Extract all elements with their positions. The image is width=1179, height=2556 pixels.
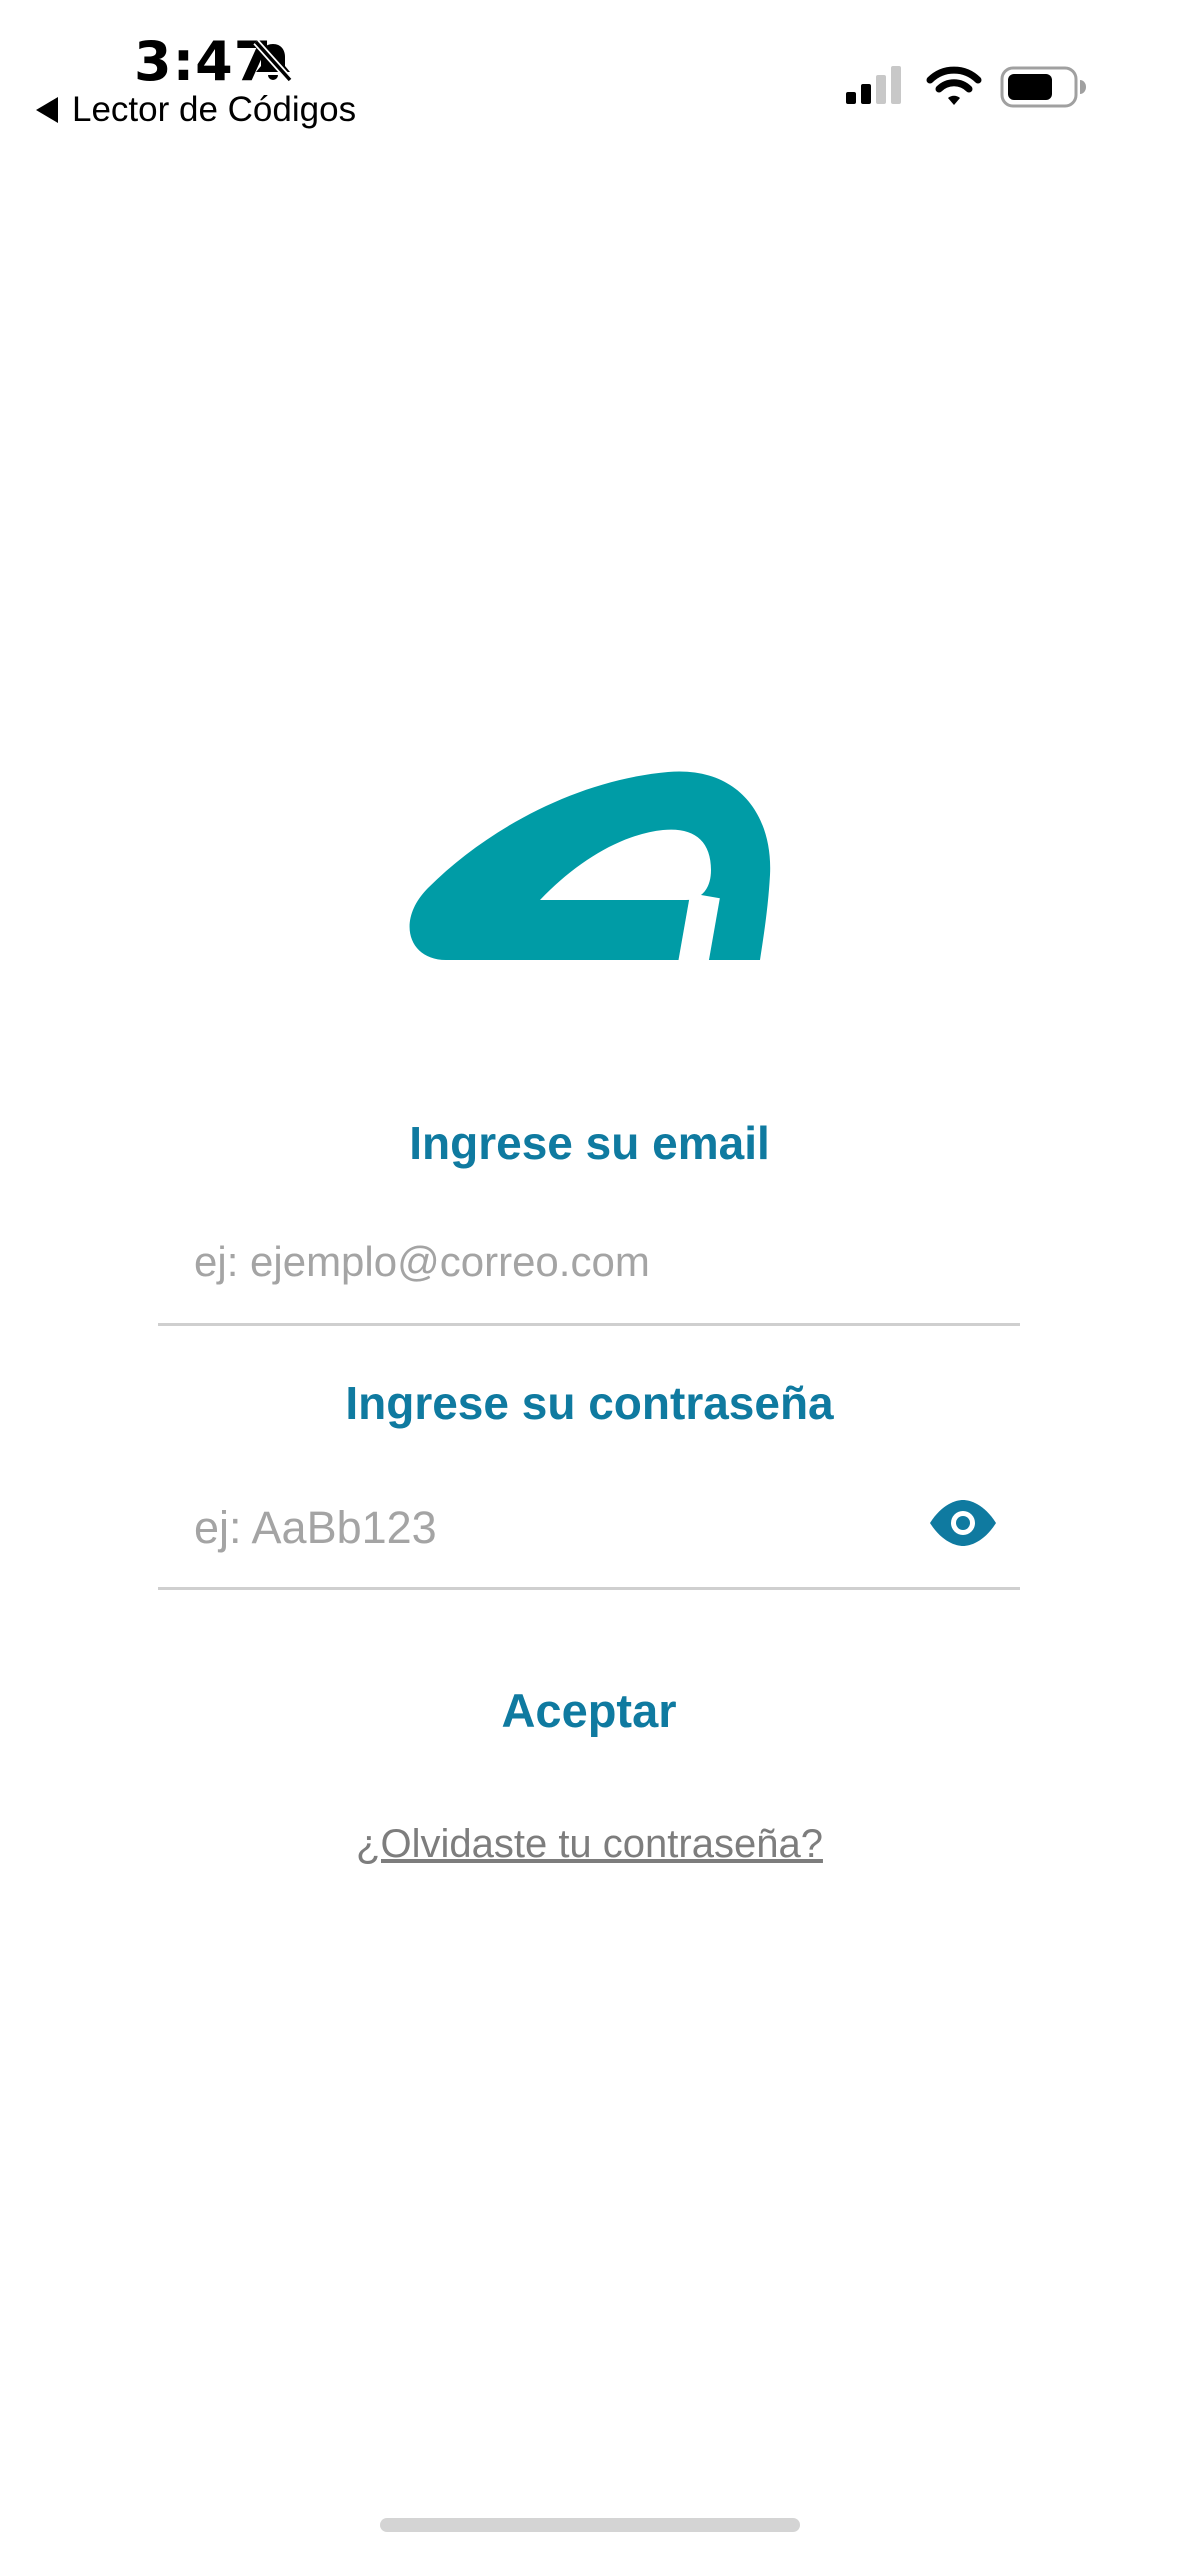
- home-indicator[interactable]: [380, 2518, 800, 2532]
- password-label: Ingrese su contraseña: [345, 1377, 834, 1429]
- bell-slash-icon: [253, 39, 293, 83]
- brand-logo: [409, 771, 771, 960]
- email-label: Ingrese su email: [409, 1117, 770, 1169]
- email-input[interactable]: [194, 1208, 934, 1315]
- email-field-container: [158, 1208, 1020, 1326]
- eye-icon[interactable]: [928, 1498, 998, 1548]
- battery-icon: [1000, 66, 1086, 108]
- forgot-password-link[interactable]: ¿Olvidaste tu contraseña?: [0, 1822, 1179, 1867]
- cellular-signal-icon: [846, 66, 901, 104]
- wifi-icon: [926, 66, 982, 105]
- password-input[interactable]: [194, 1472, 934, 1583]
- login-screen: 3:47 Lector de Códigos Ingrese su email: [0, 0, 1179, 2556]
- back-triangle-icon: [36, 97, 58, 123]
- accept-button[interactable]: Aceptar: [389, 1670, 789, 1750]
- password-field-container: [158, 1472, 1020, 1590]
- back-link-label: Lector de Códigos: [72, 90, 357, 129]
- back-to-app-link[interactable]: Lector de Códigos: [36, 90, 356, 130]
